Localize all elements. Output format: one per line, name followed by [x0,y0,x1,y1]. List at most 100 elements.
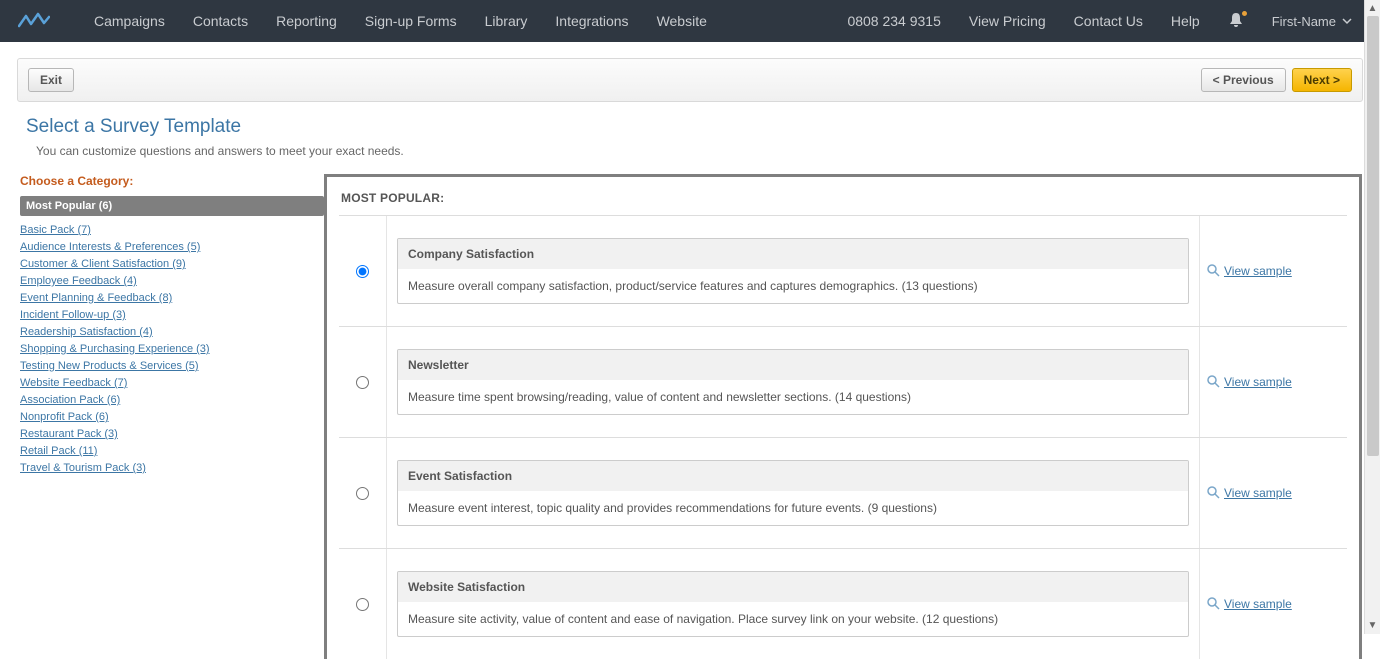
nav-item-contacts[interactable]: Contacts [179,0,262,42]
view-sample-cell: View sample [1199,549,1347,659]
top-nav: CampaignsContactsReportingSign-up FormsL… [0,0,1380,42]
category-link[interactable]: Association Pack (6) [20,394,120,406]
previous-button[interactable]: < Previous [1201,68,1286,92]
category-link[interactable]: Website Feedback (7) [20,377,127,389]
view-sample-link[interactable]: View sample [1224,597,1292,611]
nav-item-contact-us[interactable]: Contact Us [1060,0,1157,42]
nav-item-sign-up-forms[interactable]: Sign-up Forms [351,0,471,42]
template-radio-cell [339,327,387,437]
category-link[interactable]: Basic Pack (7) [20,224,91,236]
template-description: Measure overall company satisfaction, pr… [398,269,1188,303]
vertical-scrollbar[interactable]: ▲ ▼ [1364,0,1380,634]
template-radio[interactable] [356,598,369,611]
category-link[interactable]: Testing New Products & Services (5) [20,360,199,372]
exit-button[interactable]: Exit [28,68,74,92]
notifications-button[interactable] [1214,12,1258,31]
toolbar-container: Exit < Previous Next > [0,42,1380,102]
view-sample-cell: View sample [1199,327,1347,437]
view-sample-link[interactable]: View sample [1224,486,1292,500]
nav-item-campaigns[interactable]: Campaigns [80,0,179,42]
category-heading: Choose a Category: [20,174,324,188]
nav-left: CampaignsContactsReportingSign-up FormsL… [80,0,721,42]
nav-item-library[interactable]: Library [471,0,542,42]
template-row: NewsletterMeasure time spent browsing/re… [339,326,1347,437]
page-subtitle: You can customize questions and answers … [26,138,1354,158]
page-title: Select a Survey Template [26,116,1354,138]
nav-item-view-pricing[interactable]: View Pricing [955,0,1060,42]
template-radio-cell [339,549,387,659]
next-button[interactable]: Next > [1292,68,1352,92]
category-item: Event Planning & Feedback (8) [20,288,324,305]
category-link[interactable]: Travel & Tourism Pack (3) [20,462,146,474]
category-item: Employee Feedback (4) [20,271,324,288]
nav-phone: 0808 234 9315 [833,0,954,42]
template-radio[interactable] [356,376,369,389]
view-sample-cell: View sample [1199,216,1347,326]
scroll-up-icon[interactable]: ▲ [1368,0,1378,17]
template-desc-cell: NewsletterMeasure time spent browsing/re… [387,327,1199,437]
view-sample-link[interactable]: View sample [1224,375,1292,389]
template-title: Event Satisfaction [398,461,1188,491]
template-row: Event SatisfactionMeasure event interest… [339,437,1347,548]
template-radio-cell [339,216,387,326]
category-link[interactable]: Employee Feedback (4) [20,275,137,287]
view-sample-link[interactable]: View sample [1224,264,1292,278]
template-title: Website Satisfaction [398,572,1188,602]
category-link[interactable]: Incident Follow-up (3) [20,309,126,321]
category-link[interactable]: Customer & Client Satisfaction (9) [20,258,186,270]
template-desc-cell: Website SatisfactionMeasure site activit… [387,549,1199,659]
category-item: Readership Satisfaction (4) [20,322,324,339]
template-row: Company SatisfactionMeasure overall comp… [339,215,1347,326]
logo[interactable] [18,12,50,30]
nav-item-help[interactable]: Help [1157,0,1214,42]
nav-right: 0808 234 9315 View PricingContact UsHelp… [833,0,1362,42]
category-item: Restaurant Pack (3) [20,424,324,441]
category-item: Website Feedback (7) [20,373,324,390]
scroll-down-icon[interactable]: ▼ [1368,617,1378,634]
magnifier-icon [1206,596,1220,613]
view-sample-cell: View sample [1199,438,1347,548]
category-item: Retail Pack (11) [20,441,324,458]
user-name: First-Name [1272,14,1336,29]
notification-dot-icon [1241,10,1248,17]
category-item: Incident Follow-up (3) [20,305,324,322]
category-link[interactable]: Nonprofit Pack (6) [20,411,109,423]
magnifier-icon [1206,263,1220,280]
category-link[interactable]: Retail Pack (11) [20,445,97,457]
category-item: Association Pack (6) [20,390,324,407]
user-menu[interactable]: First-Name [1258,14,1362,29]
category-link[interactable]: Event Planning & Feedback (8) [20,292,172,304]
category-link[interactable]: Restaurant Pack (3) [20,428,118,440]
category-item: Testing New Products & Services (5) [20,356,324,373]
category-sidebar: Choose a Category: Most Popular (6) Basi… [20,174,324,659]
category-item: Customer & Client Satisfaction (9) [20,254,324,271]
template-description: Measure event interest, topic quality an… [398,491,1188,525]
category-item: Nonprofit Pack (6) [20,407,324,424]
scroll-thumb[interactable] [1367,16,1379,456]
template-desc-cell: Company SatisfactionMeasure overall comp… [387,216,1199,326]
template-description: Measure site activity, value of content … [398,602,1188,636]
template-radio[interactable] [356,265,369,278]
chevron-down-icon [1342,16,1352,26]
magnifier-icon [1206,374,1220,391]
template-radio[interactable] [356,487,369,500]
template-row: Website SatisfactionMeasure site activit… [339,548,1347,659]
category-active[interactable]: Most Popular (6) [20,196,324,216]
category-link[interactable]: Readership Satisfaction (4) [20,326,153,338]
category-item: Audience Interests & Preferences (5) [20,237,324,254]
template-title: Newsletter [398,350,1188,380]
category-list: Basic Pack (7) Audience Interests & Prefe… [20,220,324,475]
category-link[interactable]: Audience Interests & Preferences (5) [20,241,200,253]
category-link[interactable]: Shopping & Purchasing Experience (3) [20,343,210,355]
logo-icon [18,12,50,30]
template-desc-cell: Event SatisfactionMeasure event interest… [387,438,1199,548]
section-title: MOST POPULAR: [339,189,1347,215]
body: Choose a Category: Most Popular (6) Basi… [0,164,1380,659]
template-title: Company Satisfaction [398,239,1188,269]
category-item: Shopping & Purchasing Experience (3) [20,339,324,356]
nav-item-integrations[interactable]: Integrations [541,0,642,42]
toolbar: Exit < Previous Next > [17,58,1363,102]
nav-item-website[interactable]: Website [643,0,721,42]
page-heading: Select a Survey Template You can customi… [0,102,1380,164]
nav-item-reporting[interactable]: Reporting [262,0,351,42]
